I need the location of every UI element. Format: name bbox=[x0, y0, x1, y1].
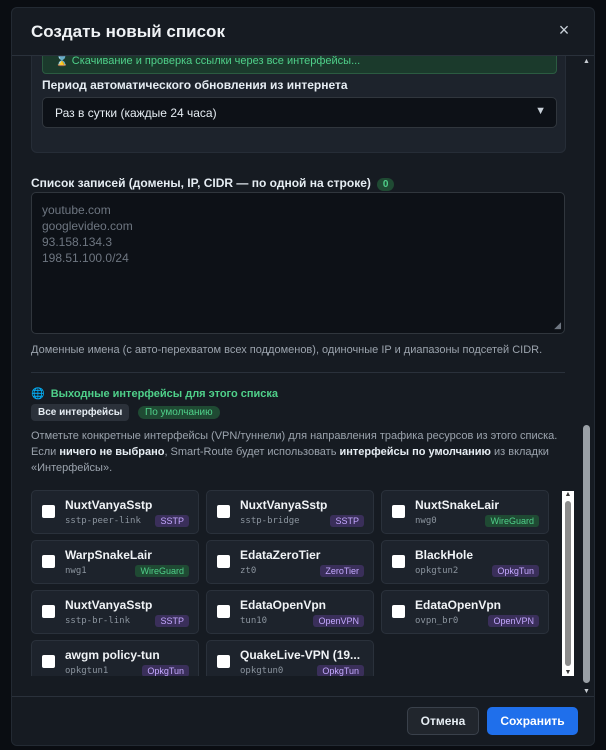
interface-name: BlackHole bbox=[415, 548, 474, 562]
interface-type-badge: OpenVPN bbox=[488, 615, 539, 627]
chevron-down-icon: ▼ bbox=[535, 105, 546, 117]
interface-card[interactable]: NuxtVanyaSstp sstp-br-link SSTP bbox=[31, 590, 199, 634]
divider bbox=[31, 372, 565, 373]
interface-name: NuxtVanyaSstp bbox=[240, 498, 328, 512]
status-text: ⌛ Скачивание и проверка ссылки через все… bbox=[55, 56, 361, 67]
interface-name: NuxtVanyaSstp bbox=[65, 498, 153, 512]
all-interfaces-chip[interactable]: Все интерфейсы bbox=[31, 404, 130, 421]
interface-name: awgm policy-tun bbox=[65, 648, 160, 662]
interface-type-badge: OpkgTun bbox=[317, 665, 364, 676]
interface-card[interactable]: QuakeLive-VPN (19... opkgtun0 OpkgTun bbox=[206, 640, 374, 676]
placeholder-line: googlevideo.com bbox=[42, 219, 133, 233]
interface-device: opkgtun0 bbox=[240, 666, 284, 676]
interface-checkbox[interactable] bbox=[217, 505, 230, 518]
interfaces-title: 🌐 Выходные интерфейсы для этого списка bbox=[31, 387, 278, 400]
interface-card[interactable]: EdataOpenVpn tun10 OpenVPN bbox=[206, 590, 374, 634]
interface-checkbox[interactable] bbox=[217, 605, 230, 618]
entries-textarea[interactable]: youtube.com googlevideo.com 93.158.134.3… bbox=[31, 192, 565, 334]
interface-checkbox[interactable] bbox=[42, 505, 55, 518]
interface-type-badge: SSTP bbox=[330, 515, 364, 527]
update-settings-card: ⌛ Скачивание и проверка ссылки через все… bbox=[31, 56, 566, 153]
interface-device: nwg0 bbox=[415, 516, 437, 526]
entries-label-text: Список записей (домены, IP, CIDR — по од… bbox=[31, 176, 371, 190]
entries-label: Список записей (домены, IP, CIDR — по од… bbox=[31, 176, 395, 191]
entries-count-badge: 0 bbox=[376, 178, 395, 191]
interface-device: zt0 bbox=[240, 566, 257, 576]
placeholder-line: 93.158.134.3 bbox=[42, 235, 113, 249]
interface-name: NuxtVanyaSstp bbox=[65, 598, 153, 612]
interface-name: NuxtSnakeLair bbox=[415, 498, 500, 512]
interface-checkbox[interactable] bbox=[42, 605, 55, 618]
interface-device: ovpn_br0 bbox=[415, 616, 459, 626]
interface-device: opkgtun1 bbox=[65, 666, 109, 676]
interface-type-badge: OpkgTun bbox=[142, 665, 189, 676]
default-chip: По умолчанию bbox=[138, 406, 220, 419]
period-select[interactable]: Раз в сутки (каждые 24 часа) ▼ bbox=[42, 97, 557, 128]
placeholder-line: youtube.com bbox=[42, 203, 111, 217]
save-button[interactable]: Сохранить bbox=[487, 707, 578, 735]
status-banner: ⌛ Скачивание и проверка ссылки через все… bbox=[42, 56, 557, 74]
interfaces-scrollbar[interactable]: ▲ ▼ bbox=[562, 491, 574, 676]
modal-scrollbar[interactable]: ▲ ▼ bbox=[582, 57, 591, 697]
interface-type-badge: OpenVPN bbox=[313, 615, 364, 627]
interface-device: sstp-bridge bbox=[240, 516, 300, 526]
resize-grip-icon[interactable]: ◢ bbox=[554, 320, 561, 331]
interface-device: sstp-peer-link bbox=[65, 516, 141, 526]
interface-type-badge: OpkgTun bbox=[492, 565, 539, 577]
interface-card[interactable]: EdataOpenVpn ovpn_br0 OpenVPN bbox=[381, 590, 549, 634]
period-label: Период автоматического обновления из инт… bbox=[42, 78, 348, 92]
interface-checkbox[interactable] bbox=[42, 555, 55, 568]
desc-text: , Smart-Route будет использовать bbox=[164, 446, 340, 458]
interface-card[interactable]: BlackHole opkgtun2 OpkgTun bbox=[381, 540, 549, 584]
placeholder-line: 198.51.100.0/24 bbox=[42, 251, 129, 265]
interface-card[interactable]: awgm policy-tun opkgtun1 OpkgTun bbox=[31, 640, 199, 676]
scroll-up-icon[interactable]: ▲ bbox=[582, 57, 591, 67]
scroll-down-icon[interactable]: ▼ bbox=[562, 669, 574, 676]
interfaces-grid: NuxtVanyaSstp sstp-peer-link SSTP NuxtVa… bbox=[31, 486, 566, 676]
modal-footer: Отмена Сохранить bbox=[12, 696, 594, 745]
interface-card[interactable]: NuxtVanyaSstp sstp-bridge SSTP bbox=[206, 490, 374, 534]
interface-name: WarpSnakeLair bbox=[65, 548, 152, 562]
interface-name: EdataOpenVpn bbox=[240, 598, 327, 612]
interface-device: opkgtun2 bbox=[415, 566, 459, 576]
interface-card[interactable]: NuxtVanyaSstp sstp-peer-link SSTP bbox=[31, 490, 199, 534]
interface-device: sstp-br-link bbox=[65, 616, 131, 626]
interfaces-description: Отметьте конкретные интерфейсы (VPN/тунн… bbox=[31, 428, 571, 476]
interface-type-badge: ZeroTier bbox=[320, 565, 364, 577]
interface-checkbox[interactable] bbox=[217, 655, 230, 668]
entries-help-text: Доменные имена (с авто-перехватом всех п… bbox=[31, 344, 543, 356]
modal-body[interactable]: ⌛ Скачивание и проверка ссылки через все… bbox=[12, 56, 585, 698]
modal-title: Создать новый список bbox=[31, 22, 225, 41]
interface-checkbox[interactable] bbox=[42, 655, 55, 668]
close-icon[interactable]: × bbox=[554, 20, 574, 42]
interface-type-badge: SSTP bbox=[155, 515, 189, 527]
interface-card[interactable]: NuxtSnakeLair nwg0 WireGuard bbox=[381, 490, 549, 534]
desc-bold: ничего не выбрано bbox=[59, 446, 165, 458]
create-list-modal: Создать новый список × ⌛ Скачивание и пр… bbox=[11, 7, 595, 746]
interface-type-badge: WireGuard bbox=[135, 565, 189, 577]
period-value: Раз в сутки (каждые 24 часа) bbox=[55, 106, 217, 120]
interface-device: tun10 bbox=[240, 616, 268, 626]
interfaces-title-text: Выходные интерфейсы для этого списка bbox=[50, 388, 279, 400]
cancel-button[interactable]: Отмена bbox=[407, 707, 479, 735]
interface-card[interactable]: EdataZeroTier zt0 ZeroTier bbox=[206, 540, 374, 584]
interface-name: EdataZeroTier bbox=[240, 548, 321, 562]
interface-card[interactable]: WarpSnakeLair nwg1 WireGuard bbox=[31, 540, 199, 584]
interface-type-badge: SSTP bbox=[155, 615, 189, 627]
interface-device: nwg1 bbox=[65, 566, 87, 576]
scroll-up-icon[interactable]: ▲ bbox=[562, 491, 574, 498]
interface-name: EdataOpenVpn bbox=[415, 598, 502, 612]
globe-icon: 🌐 bbox=[31, 388, 45, 400]
interface-checkbox[interactable] bbox=[217, 555, 230, 568]
interface-checkbox[interactable] bbox=[392, 555, 405, 568]
desc-bold: интерфейсы по умолчанию bbox=[339, 446, 491, 458]
scroll-thumb[interactable] bbox=[565, 501, 571, 666]
modal-header: Создать новый список × bbox=[12, 8, 594, 56]
interface-checkbox[interactable] bbox=[392, 505, 405, 518]
interface-type-badge: WireGuard bbox=[485, 515, 539, 527]
interface-checkbox[interactable] bbox=[392, 605, 405, 618]
scroll-thumb[interactable] bbox=[583, 425, 590, 683]
interface-name: QuakeLive-VPN (19... bbox=[240, 648, 361, 662]
